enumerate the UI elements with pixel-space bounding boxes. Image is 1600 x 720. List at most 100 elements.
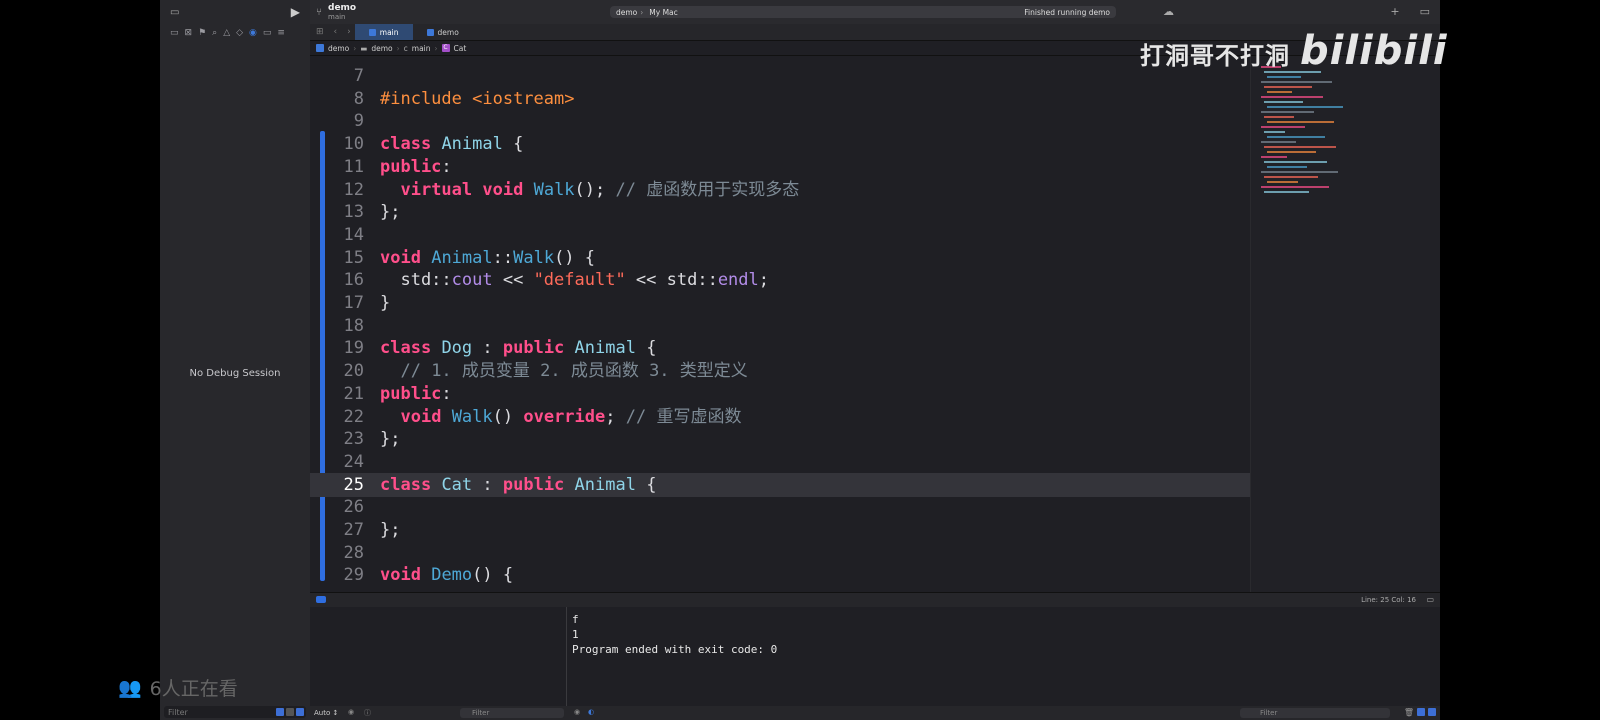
sidebar-filter[interactable]: Filter bbox=[164, 706, 306, 718]
line-number: 11 bbox=[343, 156, 364, 177]
run-destination[interactable]: My Mac bbox=[649, 8, 677, 17]
breadcrumb-item[interactable]: demo bbox=[328, 44, 349, 53]
code-line[interactable]: 14 bbox=[310, 223, 1250, 247]
minimap-line bbox=[1267, 91, 1292, 93]
layout-icon[interactable]: ▭ bbox=[1426, 595, 1434, 604]
line-number: 28 bbox=[343, 542, 364, 563]
filter-option-icon[interactable] bbox=[296, 708, 304, 716]
eye-icon[interactable]: ◉ bbox=[574, 708, 580, 716]
console-view[interactable]: f 1 Program ended with exit code: 0 bbox=[567, 607, 1440, 720]
console-filter-input[interactable]: Filter bbox=[1240, 708, 1390, 718]
code-line[interactable]: 15 void Animal::Walk() { bbox=[310, 246, 1250, 270]
line-number: 24 bbox=[343, 451, 364, 472]
variables-filter-input[interactable]: Filter bbox=[460, 708, 564, 718]
scheme-selector[interactable]: demo › My Mac Finished running demo bbox=[610, 6, 1116, 18]
tab-label: demo bbox=[437, 27, 459, 37]
code-line[interactable]: 27}; bbox=[310, 518, 1250, 542]
breadcrumb-item[interactable]: demo bbox=[371, 44, 392, 53]
line-number: 8 bbox=[353, 88, 364, 109]
bilibili-watermark: 打洞哥不打洞 bilibili bbox=[1140, 28, 1448, 74]
split-left-icon[interactable] bbox=[1417, 708, 1425, 716]
minimap-line bbox=[1261, 111, 1314, 113]
code-line[interactable]: 23}; bbox=[310, 427, 1250, 451]
run-button[interactable]: ▶ bbox=[291, 5, 300, 19]
code-line[interactable]: 12 virtual void Walk(); // 虚函数用于实现多态 bbox=[310, 178, 1250, 202]
code-line[interactable]: 21 public: bbox=[310, 382, 1250, 406]
code-line[interactable]: 26 bbox=[310, 495, 1250, 519]
minimap[interactable] bbox=[1250, 56, 1440, 592]
chevron-right-icon: › bbox=[396, 43, 400, 53]
sidebar-toggle-icon[interactable]: ▭ bbox=[170, 7, 179, 18]
minimap-line bbox=[1264, 146, 1336, 148]
code-line[interactable]: 28 bbox=[310, 541, 1250, 565]
test-icon[interactable]: ◇ bbox=[236, 28, 243, 38]
project-name[interactable]: demo bbox=[328, 3, 356, 13]
debug-area-toggle-icon[interactable] bbox=[316, 596, 326, 603]
filter-label: Filter bbox=[168, 707, 188, 717]
breadcrumb-item[interactable]: Cat bbox=[454, 44, 467, 53]
code-line[interactable]: 8 #include <iostream> bbox=[310, 87, 1250, 111]
find-icon[interactable]: ⌕ bbox=[212, 28, 217, 38]
filter-option-icon[interactable] bbox=[286, 708, 294, 716]
code-line[interactable]: 11 public: bbox=[310, 155, 1250, 179]
breakpoint-icon[interactable]: ▭ bbox=[263, 28, 272, 38]
code-line[interactable]: 17} bbox=[310, 291, 1250, 315]
code-line[interactable]: 20 // 1. 成员变量 2. 成员函数 3. 类型定义 bbox=[310, 359, 1250, 383]
tab-demo[interactable]: demo bbox=[413, 24, 473, 40]
code-line[interactable]: 13}; bbox=[310, 200, 1250, 224]
eye-icon[interactable]: ◉ bbox=[348, 708, 354, 716]
grid-icon[interactable]: ⊞ bbox=[316, 27, 324, 37]
filter-option-icon[interactable] bbox=[276, 708, 284, 716]
source-editor[interactable]: 7 8 #include <iostream> 9 10 class Animal {11… bbox=[310, 56, 1250, 592]
bookmark-icon[interactable]: ⚑ bbox=[198, 28, 206, 38]
add-icon[interactable]: + bbox=[1390, 5, 1399, 18]
trash-icon[interactable]: 🗑 bbox=[1404, 708, 1414, 717]
line-number: 18 bbox=[343, 315, 364, 336]
source-control-icon[interactable]: ⊠ bbox=[185, 28, 193, 38]
report-icon[interactable]: ≡ bbox=[277, 28, 285, 38]
code-line[interactable]: 10 class Animal { bbox=[310, 132, 1250, 156]
minimap-line bbox=[1264, 131, 1285, 133]
minimap-line bbox=[1261, 126, 1305, 128]
console-mode-icon[interactable]: ◐ bbox=[588, 708, 594, 716]
chevron-right-icon: › bbox=[434, 43, 438, 53]
code-line[interactable]: 29 void Demo() { bbox=[310, 563, 1250, 587]
minimap-line bbox=[1261, 171, 1338, 173]
cpp-file-icon: c bbox=[403, 43, 408, 53]
branch-name: main bbox=[328, 13, 346, 21]
code-line[interactable]: 18 bbox=[310, 314, 1250, 338]
split-right-icon[interactable] bbox=[1428, 708, 1436, 716]
debug-navigator-icon[interactable]: ◉ bbox=[249, 28, 257, 38]
people-icon: 👥 bbox=[118, 677, 142, 699]
line-number: 21 bbox=[343, 383, 364, 404]
breadcrumb-item[interactable]: main bbox=[412, 44, 431, 53]
info-icon[interactable]: ⓘ bbox=[364, 708, 371, 718]
code-line[interactable]: 22 void Walk() override; // 重写虚函数 bbox=[310, 405, 1250, 429]
issue-icon[interactable]: △ bbox=[223, 28, 230, 38]
watermark-text: 打洞哥不打洞 bbox=[1140, 42, 1290, 70]
variables-scope-select[interactable]: Auto ↕ bbox=[314, 709, 338, 717]
forward-icon[interactable]: › bbox=[347, 27, 351, 37]
scheme-target[interactable]: demo bbox=[616, 8, 637, 17]
code-line[interactable]: 24 bbox=[310, 450, 1250, 474]
folder-icon[interactable]: ▭ bbox=[170, 28, 179, 38]
code-line[interactable]: 19 class Dog : public Animal { bbox=[310, 336, 1250, 360]
console-output: f 1 Program ended with exit code: 0 bbox=[572, 613, 778, 656]
tab-main[interactable]: main bbox=[354, 24, 413, 40]
chevron-right-icon: › bbox=[353, 43, 357, 53]
back-icon[interactable]: ‹ bbox=[334, 27, 338, 37]
code-line[interactable]: 25 class Cat : public Animal { bbox=[310, 472, 1250, 497]
line-number: 7 bbox=[353, 66, 364, 86]
project-icon bbox=[316, 44, 324, 52]
minimap-line bbox=[1267, 106, 1343, 108]
minimap-line bbox=[1261, 186, 1329, 188]
line-number: 20 bbox=[343, 361, 364, 382]
code-line[interactable]: 9 bbox=[310, 109, 1250, 133]
code-line[interactable]: 7 bbox=[310, 64, 1250, 88]
minimap-line bbox=[1261, 141, 1296, 143]
line-number: 25 bbox=[343, 474, 364, 495]
inspector-toggle-icon[interactable]: ▭ bbox=[1420, 5, 1430, 18]
code-line[interactable]: 16 std::cout << "default" << std::endl; bbox=[310, 268, 1250, 292]
navigator-tabs: ▭ ⊠ ⚑ ⌕ △ ◇ ◉ ▭ ≡ bbox=[160, 25, 310, 41]
code-text: std::cout << "default" << std::endl; bbox=[380, 270, 770, 291]
